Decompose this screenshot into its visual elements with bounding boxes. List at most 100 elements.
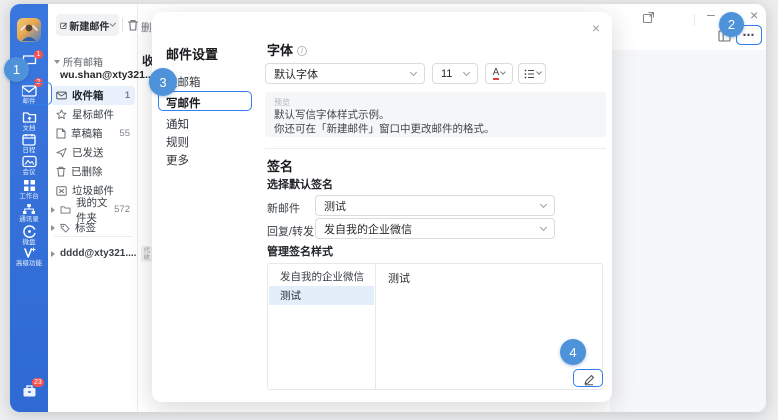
signature-manager-panel: 发自我的企业微信 测试 测试 <box>267 263 603 390</box>
apps-bottom-badge: 23 <box>32 378 44 387</box>
sidebar-item-meeting[interactable]: 会议 <box>10 155 48 176</box>
docs-icon <box>22 111 37 124</box>
folder-label: 标签 <box>75 220 96 235</box>
reply-forward-signature-value: 发自我的企业微信 <box>324 221 412 237</box>
folder-label: 星标邮件 <box>72 107 114 122</box>
info-icon[interactable]: i <box>297 46 307 56</box>
account-email[interactable]: wu.shan@xty321.... <box>60 69 157 81</box>
group-label: 所有邮箱 <box>63 54 103 69</box>
sidebar-item-workspace[interactable]: 工作台 <box>10 179 48 200</box>
chevron-down-icon <box>410 68 417 75</box>
sidebar-item-apps-bottom[interactable] <box>10 384 48 398</box>
star-icon <box>56 109 67 120</box>
font-preview-box: 预览 默认写信字体样式示例。 你还可在「新建邮件」窗口中更改邮件的格式。 <box>265 92 606 137</box>
sidebar-item-label: 通讯录 <box>10 216 48 223</box>
font-color-button[interactable]: A <box>485 63 513 84</box>
app-window: 1 邮件 2 文档 日程 <box>10 4 766 412</box>
sidebar-item-drive[interactable]: 微盘 <box>10 225 48 246</box>
compose-label: 新建邮件 <box>69 18 109 33</box>
signature-list-item-selected[interactable]: 测试 <box>269 286 374 305</box>
tab-more[interactable]: 更多 <box>166 152 189 168</box>
folder-label: 收件箱 <box>72 88 104 103</box>
mail-badge: 2 <box>34 78 43 87</box>
sidebar-item-calendar[interactable]: 日程 <box>10 133 48 154</box>
caret-right-icon <box>51 225 55 231</box>
chevron-down-icon <box>110 20 116 26</box>
font-size-select[interactable]: 11 <box>432 63 478 84</box>
junk-icon <box>56 186 67 196</box>
folder-inbox[interactable]: 收件箱 1 <box>51 86 135 105</box>
chevron-down-icon <box>500 69 506 75</box>
folder-drafts[interactable]: 草稿箱 55 <box>51 124 135 143</box>
folder-count: 572 <box>114 204 130 215</box>
folder-count: 55 <box>119 128 130 139</box>
tag-icon <box>60 223 70 233</box>
secondary-account[interactable]: dddd@xty321.... 代收 <box>51 244 135 263</box>
mailbox-group-header[interactable]: 所有邮箱 <box>54 54 103 69</box>
drive-disk-icon <box>23 225 36 238</box>
folder-deleted[interactable]: 已删除 <box>51 162 135 181</box>
folder-label: 已发送 <box>72 145 104 160</box>
calendar-icon <box>22 133 36 146</box>
sidebar-item-contacts[interactable]: 通讯录 <box>10 203 48 223</box>
sidebar-item-docs[interactable]: 文档 <box>10 111 48 132</box>
reply-forward-signature-select[interactable]: 发自我的企业微信 <box>315 218 555 239</box>
folder-icon <box>60 205 71 214</box>
signature-heading: 签名 <box>267 156 293 175</box>
folder-count: 1 <box>125 90 130 101</box>
sidebar-item-label: 微盘 <box>10 239 48 246</box>
edit-pencil-icon[interactable] <box>583 374 595 386</box>
preview-line-1: 默认写信字体样式示例。 <box>274 108 597 122</box>
trash-icon <box>56 166 66 177</box>
callout-step-4: 4 <box>560 339 586 365</box>
folder-tags[interactable]: 标签 <box>51 218 135 237</box>
preview-label: 预览 <box>274 97 597 108</box>
signature-list: 发自我的企业微信 测试 <box>268 264 376 389</box>
tab-rules[interactable]: 规则 <box>166 134 189 150</box>
sidebar-item-label: 会议 <box>10 169 48 176</box>
chevron-down-icon <box>463 68 470 75</box>
caret-right-icon <box>51 207 55 213</box>
callout-step-2: 2 <box>719 12 744 37</box>
caret-down-icon <box>54 60 60 64</box>
grid-icon <box>23 179 36 192</box>
signature-list-item[interactable]: 发自我的企业微信 <box>269 267 374 286</box>
font-family-select[interactable]: 默认字体 <box>265 63 425 84</box>
person-photo-icon <box>19 21 39 41</box>
avatar[interactable] <box>17 18 41 42</box>
minimize-button[interactable]: – <box>707 6 715 22</box>
font-heading-text: 字体 <box>267 43 293 58</box>
tab-notifications[interactable]: 通知 <box>166 116 189 132</box>
mail-settings-dialog: × 邮件设置 收邮箱 写邮件 通知 规则 更多 字体i 默认字体 11 A <box>152 12 612 402</box>
popout-icon[interactable] <box>642 11 655 24</box>
inbox-icon <box>56 91 67 100</box>
tab-compose-mail[interactable]: 写邮件 <box>166 95 201 111</box>
sidebar-item-label: 文档 <box>10 125 48 132</box>
org-tree-icon <box>22 203 36 215</box>
close-button[interactable]: × <box>750 7 758 23</box>
sidebar-item-label: 工作台 <box>10 193 48 200</box>
sidebar-item-label: 日程 <box>10 147 48 154</box>
mail-icon <box>21 85 37 97</box>
new-mail-label: 新邮件 <box>267 200 300 216</box>
preview-line-2: 你还可在「新建邮件」窗口中更改邮件的格式。 <box>274 122 597 136</box>
caret-right-icon <box>51 251 55 257</box>
sidebar-item-advanced[interactable]: 高级功能 <box>10 247 48 267</box>
folder-sent[interactable]: 已发送 <box>51 143 135 162</box>
reply-forward-label: 回复/转发 <box>267 223 314 239</box>
chevron-down-icon <box>536 69 542 75</box>
delete-label-partial[interactable]: 删 <box>141 20 152 35</box>
manage-signature-heading: 管理签名样式 <box>267 243 333 259</box>
folder-myfolders[interactable]: 我的文件夹 572 <box>51 200 135 219</box>
toolbar-divider <box>122 18 123 32</box>
choose-default-signature-heading: 选择默认签名 <box>267 176 333 192</box>
trash-icon[interactable] <box>127 19 139 32</box>
compose-button[interactable]: 新建邮件 <box>56 14 119 36</box>
list-style-button[interactable] <box>518 63 546 84</box>
chevron-down-icon <box>540 223 547 230</box>
sidebar-item-mail[interactable]: 邮件 <box>10 85 48 105</box>
send-icon <box>56 147 67 158</box>
dialog-close-icon[interactable]: × <box>592 20 600 36</box>
folder-starred[interactable]: 星标邮件 <box>51 105 135 124</box>
new-mail-signature-select[interactable]: 测试 <box>315 195 555 216</box>
